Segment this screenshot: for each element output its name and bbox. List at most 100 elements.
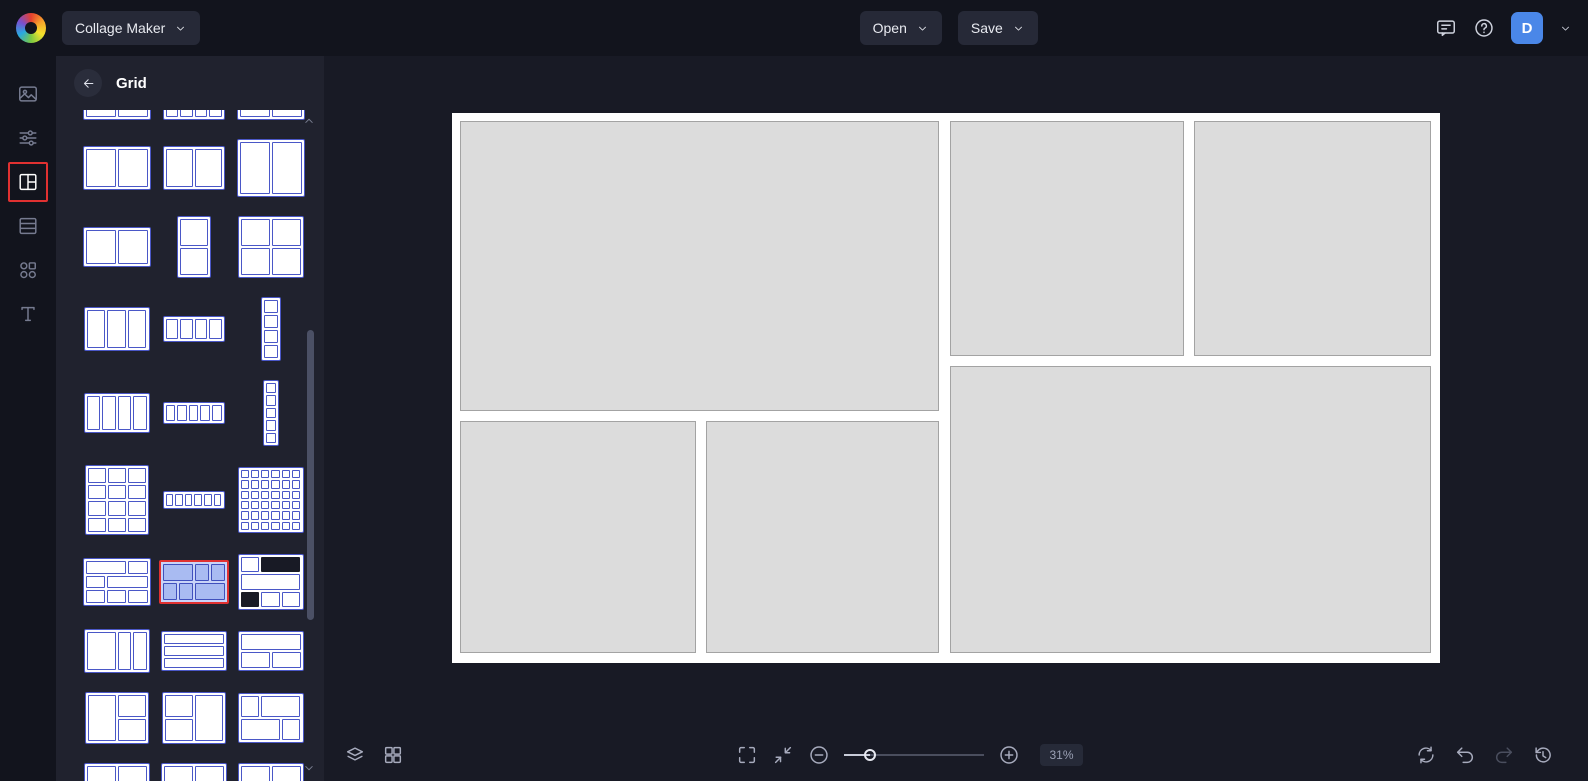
grid-layout-thumbnail[interactable] bbox=[236, 139, 305, 197]
zoom-out-icon bbox=[810, 746, 829, 764]
scroll-down-icon[interactable] bbox=[302, 761, 316, 775]
sliders-icon bbox=[19, 130, 37, 146]
sidebar-item-graphics[interactable] bbox=[8, 250, 48, 290]
save-button[interactable]: Save bbox=[957, 11, 1038, 45]
grid-manager-button[interactable] bbox=[382, 744, 404, 766]
rows-icon bbox=[19, 217, 37, 235]
sidebar-item-templates[interactable] bbox=[8, 206, 48, 246]
grid-layout-thumbnail[interactable] bbox=[176, 216, 211, 278]
grid-layout-thumbnail[interactable] bbox=[83, 763, 150, 781]
panel-title: Grid bbox=[116, 74, 147, 92]
collage-cell[interactable] bbox=[1193, 121, 1432, 357]
open-button[interactable]: Open bbox=[859, 11, 942, 45]
befunky-logo[interactable] bbox=[16, 13, 46, 43]
zoom-slider-knob[interactable] bbox=[863, 749, 876, 761]
collage-cell[interactable] bbox=[705, 421, 940, 654]
grid-layout-thumbnail[interactable] bbox=[237, 631, 304, 671]
layers-button[interactable] bbox=[344, 744, 366, 766]
grid-layout-thumbnail[interactable] bbox=[162, 491, 225, 509]
fit-screen-icon bbox=[775, 746, 792, 764]
grid-layout-thumbnail[interactable] bbox=[237, 554, 304, 610]
feedback-icon bbox=[1437, 20, 1455, 37]
grid-layout-thumbnail[interactable] bbox=[237, 763, 304, 781]
collage-cell[interactable] bbox=[459, 121, 940, 412]
help-icon bbox=[1475, 19, 1493, 37]
chevron-down-icon bbox=[177, 26, 185, 31]
zoom-slider[interactable] bbox=[844, 748, 985, 762]
collage-cell[interactable] bbox=[459, 421, 697, 654]
grid-layout-thumbnail[interactable] bbox=[82, 558, 151, 606]
scroll-up-icon[interactable] bbox=[302, 114, 316, 128]
fullscreen-button[interactable] bbox=[736, 744, 758, 766]
undo-button[interactable] bbox=[1454, 744, 1476, 766]
grid-layout-thumbnail[interactable] bbox=[162, 402, 225, 424]
bottom-toolbar: 31% bbox=[324, 735, 1588, 775]
toolbar-left bbox=[344, 744, 404, 766]
sidebar-item-grid[interactable] bbox=[8, 162, 48, 202]
grid-layout-thumbnail[interactable] bbox=[237, 467, 304, 533]
grid-layout-thumbnail[interactable] bbox=[262, 380, 279, 446]
undo-icon bbox=[1456, 747, 1473, 764]
open-label: Open bbox=[872, 20, 907, 36]
redo-icon bbox=[1496, 747, 1513, 764]
grid-layout-thumbnail[interactable] bbox=[237, 693, 304, 743]
grid-layout-thumbnail[interactable] bbox=[162, 146, 225, 190]
app-menu-button[interactable]: Collage Maker bbox=[62, 11, 201, 45]
grid-layout-thumbnail[interactable] bbox=[82, 227, 151, 267]
image-icon bbox=[19, 86, 37, 102]
grid-layout-thumbnail[interactable] bbox=[237, 216, 304, 278]
grid-layout-thumbnail[interactable] bbox=[162, 110, 225, 120]
sync-button[interactable] bbox=[1415, 744, 1437, 766]
sync-icon bbox=[1418, 746, 1434, 764]
zoom-out-button[interactable] bbox=[808, 744, 830, 766]
panel-scrollbar[interactable] bbox=[307, 330, 314, 620]
chevron-down-icon bbox=[918, 26, 926, 31]
grid-layout-thumbnail[interactable] bbox=[84, 692, 149, 744]
fit-screen-button[interactable] bbox=[772, 744, 794, 766]
fullscreen-icon bbox=[739, 746, 756, 764]
sidebar-item-photos[interactable] bbox=[8, 74, 48, 114]
zoom-in-button[interactable] bbox=[998, 744, 1020, 766]
grid-layout-thumbnail[interactable] bbox=[160, 631, 227, 671]
grid-icon bbox=[19, 173, 37, 191]
tool-rail bbox=[0, 56, 56, 781]
topbar: Collage Maker Open Save D bbox=[0, 0, 1588, 56]
zoom-value: 31% bbox=[1040, 744, 1083, 766]
help-button[interactable] bbox=[1473, 17, 1495, 39]
grid-layout-thumbnail[interactable] bbox=[160, 763, 227, 781]
feedback-button[interactable] bbox=[1435, 17, 1457, 39]
grid-layout-thumbnail[interactable] bbox=[158, 560, 229, 604]
redo-button[interactable] bbox=[1493, 744, 1515, 766]
collage-cell[interactable] bbox=[949, 366, 1432, 654]
zoom-in-icon bbox=[1000, 746, 1019, 764]
sidebar-item-adjust[interactable] bbox=[8, 118, 48, 158]
save-label: Save bbox=[970, 20, 1003, 36]
chevron-down-icon bbox=[1014, 26, 1022, 31]
collage-cell[interactable] bbox=[949, 121, 1185, 357]
sidebar-item-text[interactable] bbox=[8, 294, 48, 334]
grid-layout-thumbnail[interactable] bbox=[82, 146, 151, 190]
toolbar-center: 31% bbox=[736, 744, 1083, 766]
app-menu-label: Collage Maker bbox=[75, 20, 166, 36]
user-avatar[interactable]: D bbox=[1511, 12, 1543, 44]
grid-layout-thumbnail[interactable] bbox=[236, 110, 305, 120]
grid-layout-thumbnail[interactable] bbox=[83, 393, 150, 433]
history-button[interactable] bbox=[1532, 744, 1554, 766]
arrow-left-icon bbox=[83, 78, 93, 88]
grid-layout-thumbnail[interactable] bbox=[84, 465, 149, 535]
grid-layout-thumbnail[interactable] bbox=[83, 307, 150, 351]
grid-layout-thumbnail[interactable] bbox=[260, 297, 281, 361]
account-menu-button[interactable] bbox=[1559, 22, 1572, 35]
grid-panel: Grid bbox=[56, 56, 324, 781]
grid-layout-thumbnail[interactable] bbox=[162, 316, 225, 342]
collage-canvas[interactable] bbox=[452, 113, 1440, 663]
toolbar-right bbox=[1415, 744, 1554, 766]
grid-thumbnail-list bbox=[56, 110, 324, 781]
grid-layout-thumbnail[interactable] bbox=[82, 110, 151, 120]
panel-header: Grid bbox=[56, 56, 324, 110]
grid-layout-thumbnail[interactable] bbox=[83, 629, 150, 673]
grid-layout-thumbnail[interactable] bbox=[161, 692, 226, 744]
back-button[interactable] bbox=[74, 69, 102, 97]
text-icon bbox=[21, 306, 35, 322]
layers-icon bbox=[346, 747, 364, 761]
